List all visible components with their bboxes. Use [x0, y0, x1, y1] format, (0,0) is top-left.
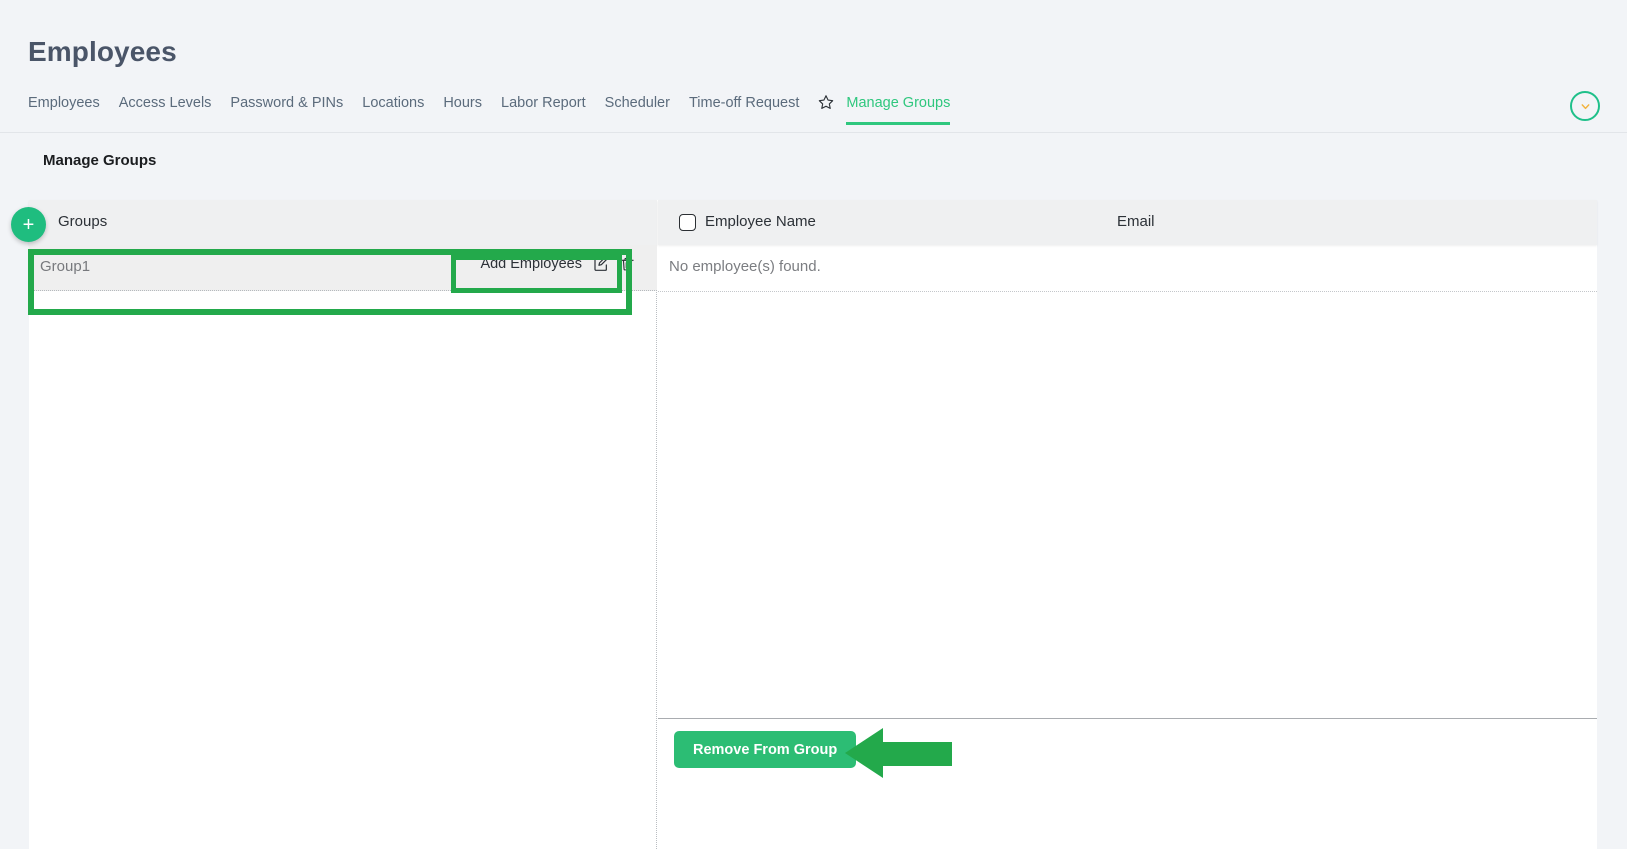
favorite-star-button[interactable] [818, 92, 834, 110]
add-employees-link[interactable]: Add Employees [480, 256, 582, 272]
groups-panel: Groups Group1 Add Employees [29, 200, 657, 849]
group-row-actions: Add Employees [480, 256, 635, 272]
remove-from-group-button[interactable]: Remove From Group [674, 731, 857, 768]
groups-panel-header: Groups [29, 200, 657, 245]
tab-list: Employees Access Levels Password & PINs … [28, 92, 950, 133]
groups-panel-title: Groups [58, 213, 108, 230]
tab-scheduler[interactable]: Scheduler [605, 92, 670, 125]
section-title: Manage Groups [43, 152, 157, 169]
edit-pencil-icon [594, 256, 608, 271]
manage-groups-page: Employees Employees Access Levels Passwo… [0, 0, 1627, 849]
tab-bar: Employees Access Levels Password & PINs … [0, 91, 1627, 133]
tab-manage-groups[interactable]: Manage Groups [846, 92, 950, 125]
tab-locations[interactable]: Locations [362, 92, 424, 125]
group-name: Group1 [40, 258, 91, 275]
column-header-email: Email [1117, 213, 1155, 230]
chevron-down-icon [1581, 103, 1589, 109]
select-all-checkbox[interactable] [679, 214, 696, 231]
tab-hours[interactable]: Hours [443, 92, 482, 125]
tab-password-and-pins[interactable]: Password & PINs [230, 92, 343, 125]
tab-access-levels[interactable]: Access Levels [119, 92, 212, 125]
star-outline-icon [819, 95, 834, 109]
edit-group-button[interactable] [593, 256, 609, 272]
group-list-item[interactable]: Group1 Add Employees [29, 245, 657, 291]
column-header-employee-name: Employee Name [705, 213, 816, 230]
table-footer-divider [658, 718, 1597, 719]
empty-state-message: No employee(s) found. [669, 258, 821, 275]
employees-table-header: Employee Name Email [658, 200, 1597, 245]
employees-empty-row: No employee(s) found. [658, 245, 1597, 292]
employees-panel: Employee Name Email No employee(s) found… [658, 200, 1597, 849]
page-title: Employees [28, 36, 177, 67]
tab-labor-report[interactable]: Labor Report [501, 92, 586, 125]
trash-icon [621, 257, 634, 271]
delete-group-button[interactable] [620, 256, 635, 272]
add-group-button[interactable]: + [11, 207, 46, 242]
tab-employees[interactable]: Employees [28, 92, 100, 125]
expand-tabs-button[interactable] [1570, 91, 1600, 121]
tab-time-off-request[interactable]: Time-off Request [689, 92, 799, 125]
